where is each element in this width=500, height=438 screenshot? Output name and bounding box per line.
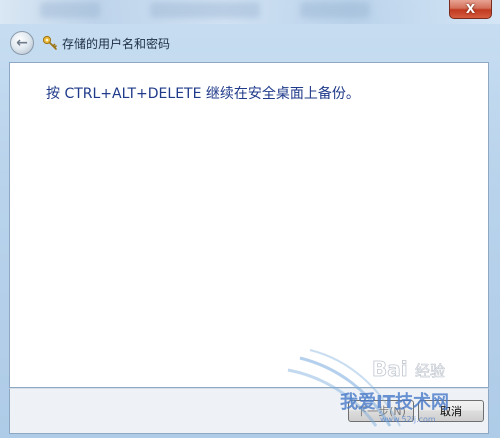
blurred-background xyxy=(300,2,370,18)
close-icon: X xyxy=(465,2,476,16)
cancel-button[interactable]: 取消 xyxy=(418,400,484,422)
header-bar: ← 存储的用户名和密码 xyxy=(0,24,500,62)
key-icon xyxy=(42,35,58,51)
instruction-message: 按 CTRL+ALT+DELETE 继续在安全桌面上备份。 xyxy=(46,86,360,102)
blurred-background xyxy=(40,2,100,18)
back-button[interactable]: ← xyxy=(10,31,34,55)
dialog-window: X ← 存储的用户名和密码 按 CTRL+ALT+DELETE 继续在安全桌面上… xyxy=(0,0,500,438)
page-title: 存储的用户名和密码 xyxy=(62,36,171,51)
next-button[interactable]: 下一步(N) xyxy=(348,400,414,422)
blurred-background xyxy=(150,2,260,18)
title-bar[interactable]: X xyxy=(0,0,500,24)
content-pane: 按 CTRL+ALT+DELETE 继续在安全桌面上备份。 xyxy=(9,62,489,388)
close-button[interactable]: X xyxy=(449,0,492,19)
button-bar: 下一步(N) 取消 xyxy=(9,388,489,434)
back-arrow-icon: ← xyxy=(16,35,28,51)
